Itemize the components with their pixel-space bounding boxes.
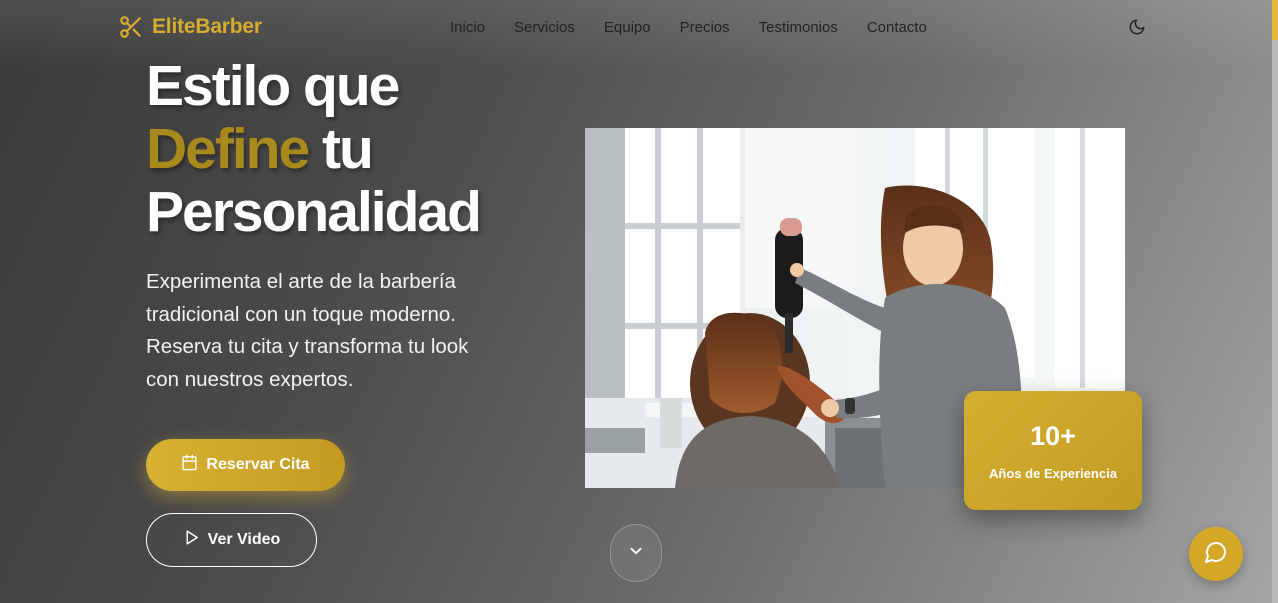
theme-toggle-button[interactable] [1128, 18, 1148, 38]
hero-headline: Estilo que Define tu Personalidad [146, 54, 482, 244]
calendar-icon [181, 454, 198, 476]
chat-button[interactable] [1189, 527, 1243, 581]
hero-description: Experimenta el arte de la barbería tradi… [146, 270, 469, 391]
experience-label: Años de Experiencia [989, 466, 1117, 481]
experience-years: 10+ [1030, 421, 1076, 451]
nav-link-equipo[interactable]: Equipo [604, 19, 651, 36]
play-icon [183, 529, 200, 551]
headline-accent: Define [146, 117, 310, 181]
chevron-down-icon [627, 542, 645, 565]
scrollbar-thumb[interactable] [1272, 0, 1278, 40]
nav-link-servicios[interactable]: Servicios [514, 19, 575, 36]
brand-logo[interactable]: EliteBarber [118, 14, 262, 40]
moon-icon [1128, 19, 1146, 40]
chat-bubble-icon [1204, 540, 1228, 569]
nav-link-precios[interactable]: Precios [680, 19, 730, 36]
nav-link-testimonios[interactable]: Testimonios [759, 19, 838, 36]
nav-link-inicio[interactable]: Inicio [450, 19, 485, 36]
headline-line-2: tu [308, 117, 374, 181]
book-appointment-label: Reservar Cita [206, 456, 310, 473]
headline-line-3: Personalidad [146, 180, 482, 244]
watch-video-label: Ver Video [207, 531, 281, 548]
brand-name: EliteBarber [152, 15, 262, 38]
scissors-icon [118, 14, 144, 40]
scroll-down-button[interactable] [610, 524, 662, 582]
book-appointment-button[interactable]: Reservar Cita [146, 439, 345, 491]
scrollbar[interactable] [1272, 0, 1278, 603]
nav-link-contacto[interactable]: Contacto [867, 19, 927, 36]
watch-video-button[interactable]: Ver Video [146, 513, 317, 567]
main-nav: Inicio Servicios Equipo Precios Testimon… [450, 19, 927, 36]
experience-card: 10+ Años de Experiencia [964, 391, 1142, 510]
headline-line-1: Estilo que [146, 54, 400, 118]
